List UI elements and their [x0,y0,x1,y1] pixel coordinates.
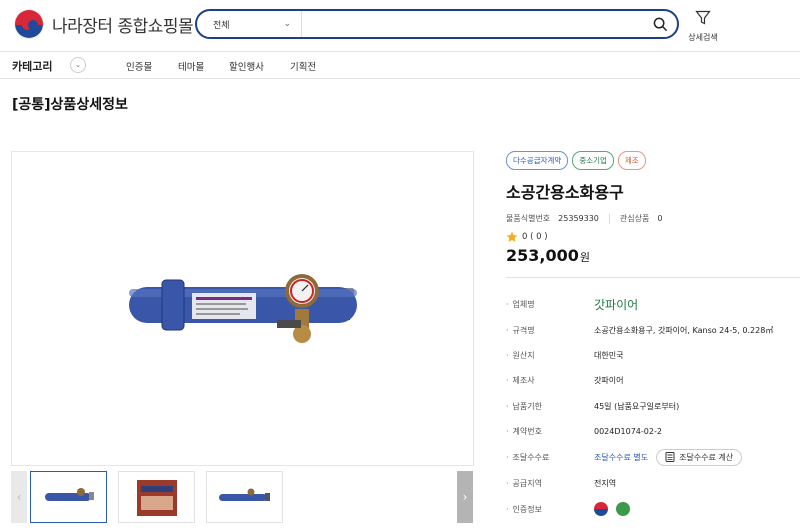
fire-extinguisher-image [129,274,357,343]
search-button[interactable] [643,11,677,37]
product-id-value: 25359330 [558,214,599,223]
thumbnail-strip: ‹ › [11,471,474,523]
calculator-icon [665,452,675,462]
header: 나라장터 종합쇼핑몰 전체 ⌄ 상세검색 [0,0,800,52]
nav-item-theme[interactable]: 테마몰 [178,59,204,73]
chevron-down-icon: ⌄ [283,19,291,29]
spec-row-region: 공급지역 전지역 [506,471,800,495]
spec-value: 대한민국 [594,350,624,360]
spec-row-certification: 인증정보 [506,497,800,521]
thumbnail-3[interactable] [206,471,283,523]
badge-multi-supplier: 다수공급자계약 [506,151,569,170]
nav-item-discount[interactable]: 할인행사 [229,59,264,73]
cert-leaf-icon[interactable] [616,502,630,516]
detail-search-button[interactable]: 상세검색 [686,10,720,43]
spec-label: 규격명 [506,325,594,336]
spec-row-manufacturer: 제조사 갓파이어 [506,368,800,392]
search-category-select[interactable]: 전체 ⌄ [197,11,302,37]
supplier-link[interactable]: 갓파이어 [594,296,638,313]
spec-label: 납품기한 [506,401,594,412]
category-toggle-chevron-icon[interactable]: ⌄ [70,57,86,73]
thumbnail-2[interactable] [118,471,195,523]
spec-value: 0024D1074-02-2 [594,426,662,436]
price-divider [506,277,800,278]
spec-row-fee: 조달수수료 조달수수료 별도 조달수수료 계산 [506,445,800,469]
category-label[interactable]: 카테고리 [12,58,52,74]
product-rating: 0 ( 0 ) [506,231,548,243]
fee-separate-link[interactable]: 조달수수료 별도 [594,452,648,463]
spec-value: 소공간용소화용구, 갓파이어, Kanso 24-5, 0.228㎥ [594,325,774,335]
fee-calc-label: 조달수수료 계산 [679,452,734,462]
cert-gov-icon[interactable] [594,502,608,516]
spec-value: 45일 (납품요구일로부터) [594,401,680,411]
page-title: [공통]상품상세정보 [12,97,128,113]
nav-item-special[interactable]: 기획전 [290,59,316,73]
main-nav: 카테고리 ⌄ 인증몰 테마몰 할인행사 기획전 [0,52,800,79]
product-price: 253,000원 [506,246,590,265]
thumbnail-next-button[interactable]: › [457,471,473,523]
logo-text: 나라장터 종합쇼핑몰 [52,16,194,37]
spec-label: 업체명 [506,299,594,310]
interest-label: 관심상품 [619,214,650,223]
fee-calc-button[interactable]: 조달수수료 계산 [656,448,743,466]
product-id-label: 물품식별번호 [506,214,551,223]
nav-item-certified[interactable]: 인증몰 [126,59,152,73]
product-main-image[interactable] [11,151,474,466]
spec-label: 공급지역 [506,478,594,489]
product-meta: 물품식별번호 25359330 관심상품 0 [506,213,662,224]
spec-value: 전지역 [594,478,617,488]
spec-label: 조달수수료 [506,452,594,463]
search-input[interactable] [302,11,643,37]
spec-row-standard: 규격명 소공간용소화용구, 갓파이어, Kanso 24-5, 0.228㎥ [506,318,800,342]
interest-value: 0 [657,214,663,223]
search-bar: 전체 ⌄ [195,9,679,39]
search-icon [653,17,667,31]
meta-divider [608,213,610,224]
badge-manufacture: 제조 [617,151,646,170]
cert-icons [594,502,630,516]
thumbnail-prev-button[interactable]: ‹ [11,471,27,523]
product-badges: 다수공급자계약 중소기업 제조 [506,151,646,170]
filter-icon [695,10,711,25]
chevron-right-icon: › [462,490,468,504]
spec-label: 인증정보 [506,504,594,515]
site-logo[interactable]: 나라장터 종합쇼핑몰 [14,9,194,39]
chevron-left-icon: ‹ [16,490,22,504]
price-unit: 원 [579,251,590,264]
thumbnail-1[interactable] [30,471,107,523]
taegeuk-logo-icon [14,9,44,39]
search-category-value: 전체 [213,20,230,31]
spec-row-supplier: 업체명 갓파이어 [506,292,800,316]
spec-row-delivery: 납품기한 45일 (납품요구일로부터) [506,394,800,418]
rating-text: 0 ( 0 ) [522,232,548,242]
spec-label: 원산지 [506,350,594,361]
star-icon [506,231,518,242]
spec-row-origin: 원산지 대한민국 [506,343,800,367]
spec-label: 계약번호 [506,426,594,437]
detail-search-label: 상세검색 [688,33,718,42]
spec-row-contract: 계약번호 0024D1074-02-2 [506,419,800,443]
spec-value: 갓파이어 [594,375,624,385]
badge-sme: 중소기업 [572,151,614,170]
spec-label: 제조사 [506,375,594,386]
product-name: 소공간용소화용구 [506,183,624,202]
price-value: 253,000 [506,246,579,265]
